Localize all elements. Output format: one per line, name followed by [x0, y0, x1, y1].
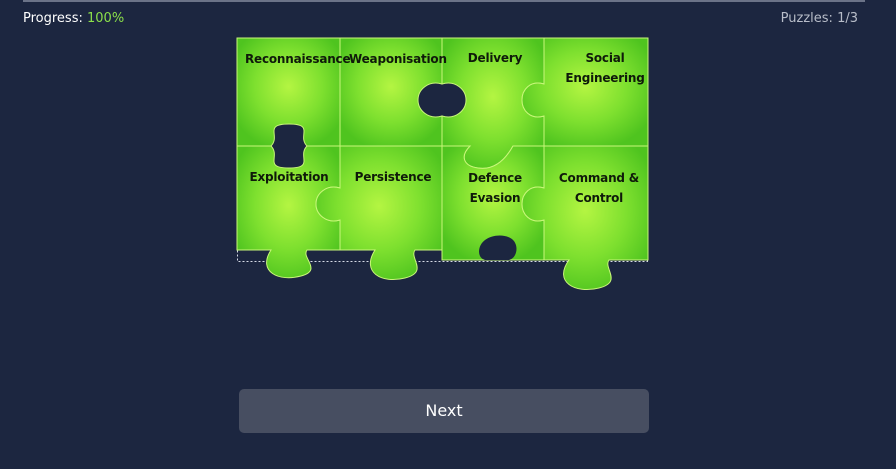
progress-indicator: Progress: 100%: [23, 11, 124, 26]
puzzle-board: Reconnaissance Weaponisation Delivery So…: [236, 37, 649, 290]
puzzle-piece-weaponisation[interactable]: [339, 37, 443, 147]
puzzle-page: Progress: 100% Puzzles: 1/3 Reconnaissan…: [0, 0, 896, 469]
progress-label: Progress:: [23, 11, 83, 26]
progress-value: 100%: [87, 11, 125, 26]
puzzle-piece-reconnaissance[interactable]: [236, 37, 341, 147]
next-button[interactable]: Next: [239, 389, 649, 433]
puzzle-board-graphic: [236, 37, 649, 290]
puzzle-counter: Puzzles: 1/3: [780, 11, 858, 26]
top-divider: [23, 0, 865, 2]
